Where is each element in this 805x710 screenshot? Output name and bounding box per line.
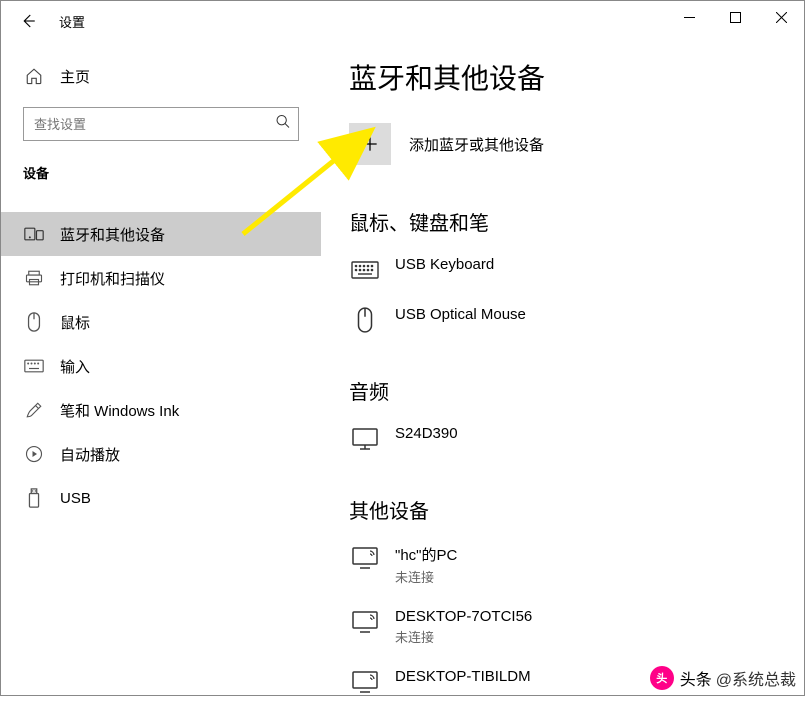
plus-icon [360,134,380,154]
keyboard-icon [23,355,45,377]
titlebar: 设置 [1,1,804,41]
printer-icon [23,267,45,289]
watermark-avatar: 头 [650,666,674,690]
device-row[interactable]: USB Keyboard [349,248,804,298]
nav-label: 自动播放 [60,444,120,465]
pen-icon [23,399,45,421]
back-button[interactable] [15,8,41,34]
nav-typing[interactable]: 输入 [1,344,321,388]
minimize-button[interactable] [666,1,712,33]
section-title: 音频 [349,376,804,405]
mouse-icon [23,311,45,333]
device-row[interactable]: USB Optical Mouse [349,298,804,348]
device-status: 未连接 [395,627,532,646]
watermark-prefix: 头条 [680,666,712,690]
device-status: 未连接 [395,567,457,586]
wireless-display-icon [349,668,381,696]
device-name: "hc"的PC [395,544,457,565]
device-name: DESKTOP-7OTCI56 [395,608,532,625]
window-title: 设置 [59,12,85,31]
nav-autoplay[interactable]: 自动播放 [1,432,321,476]
nav-label: 输入 [60,356,90,377]
device-name: S24D390 [395,425,458,442]
home-link[interactable]: 主页 [1,59,321,93]
arrow-left-icon [19,12,37,30]
search-input[interactable] [23,107,299,141]
nav-bluetooth-devices[interactable]: 蓝牙和其他设备 [1,212,321,256]
devices-icon [23,223,45,245]
page-title: 蓝牙和其他设备 [349,57,804,97]
autoplay-icon [23,443,45,465]
section-title: 其他设备 [349,495,804,524]
home-icon [23,65,45,87]
wireless-display-icon [349,544,381,572]
device-row[interactable]: DESKTOP-7OTCI56 未连接 [349,600,804,660]
keyboard-icon [349,256,381,284]
section-audio: 音频 S24D390 [349,376,804,467]
main-panel: 蓝牙和其他设备 添加蓝牙或其他设备 鼠标、键盘和笔 USB Keyboard U… [321,41,804,697]
nav-mouse[interactable]: 鼠标 [1,300,321,344]
nav-label: 蓝牙和其他设备 [60,224,165,245]
watermark-author: @系统总裁 [716,666,796,690]
nav-usb[interactable]: USB [1,476,321,520]
close-icon [776,12,787,23]
nav-label: 笔和 Windows Ink [60,400,179,421]
watermark: 头 头条 @系统总裁 [644,663,802,693]
wireless-display-icon [349,608,381,636]
home-label: 主页 [60,66,90,87]
device-row[interactable]: S24D390 [349,417,804,467]
close-button[interactable] [758,1,804,33]
device-name: USB Optical Mouse [395,306,526,323]
search-box[interactable] [23,107,299,141]
device-name: DESKTOP-TIBILDM [395,668,531,685]
nav-label: USB [60,490,91,507]
section-title: 鼠标、键盘和笔 [349,207,804,236]
maximize-icon [730,12,741,23]
mouse-icon [349,306,381,334]
nav-label: 鼠标 [60,312,90,333]
add-device-row[interactable]: 添加蓝牙或其他设备 [349,123,804,165]
search-icon [275,114,291,135]
nav-label: 打印机和扫描仪 [60,268,165,289]
add-device-label: 添加蓝牙或其他设备 [409,134,544,155]
nav-pen[interactable]: 笔和 Windows Ink [1,388,321,432]
window-controls [666,1,804,33]
minimize-icon [684,12,695,23]
sidebar: 主页 设备 蓝牙和其他设备 打印机和扫描仪 [1,41,321,697]
maximize-button[interactable] [712,1,758,33]
category-title: 设备 [1,159,321,192]
usb-icon [23,487,45,509]
device-name: USB Keyboard [395,256,494,273]
section-mouse-keyboard: 鼠标、键盘和笔 USB Keyboard USB Optical Mouse [349,207,804,348]
add-device-button[interactable] [349,123,391,165]
monitor-icon [349,425,381,453]
nav-list: 蓝牙和其他设备 打印机和扫描仪 鼠标 输入 [1,212,321,520]
nav-printers[interactable]: 打印机和扫描仪 [1,256,321,300]
device-row[interactable]: "hc"的PC 未连接 [349,536,804,600]
